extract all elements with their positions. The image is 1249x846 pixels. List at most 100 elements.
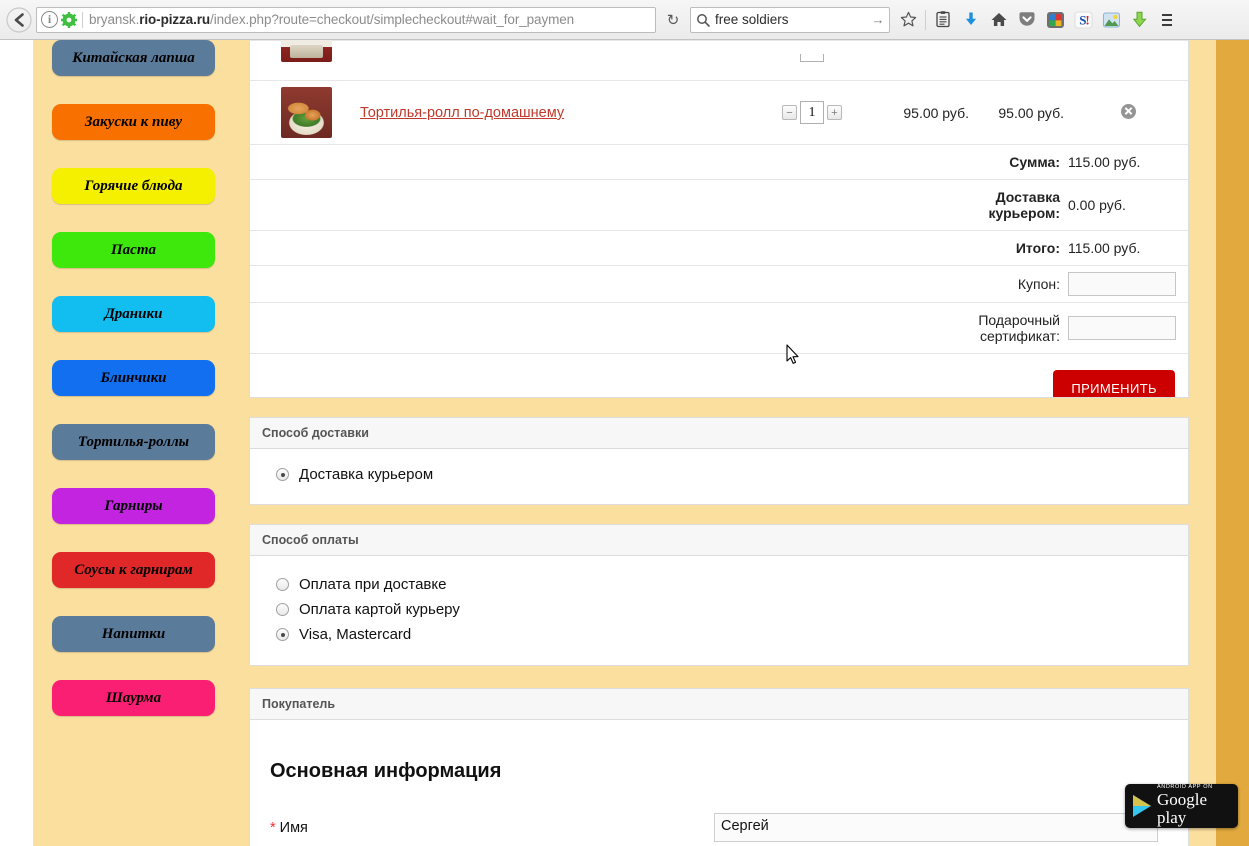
- shipping-option-0[interactable]: Доставка курьером: [250, 462, 1188, 487]
- cart-item-remove-cell: [1068, 80, 1188, 145]
- page-info-icon[interactable]: i: [41, 11, 58, 28]
- browser-toolbar: i bryansk.rio-pizza.ru/index.php?route=c…: [0, 0, 1249, 40]
- radio-icon[interactable]: [276, 603, 289, 616]
- quantity-input[interactable]: 1: [800, 101, 824, 124]
- search-icon: [695, 13, 711, 27]
- search-input[interactable]: free soldiers: [711, 12, 871, 27]
- sidebar-item-9[interactable]: Напитки: [52, 616, 215, 652]
- cart-item-total-cell: [973, 40, 1068, 81]
- reading-list-icon[interactable]: [929, 6, 957, 34]
- quantity-decrease-button[interactable]: −: [782, 105, 797, 120]
- gear-icon[interactable]: [61, 11, 77, 28]
- payment-options: Оплата при доставке Оплата картой курьер…: [250, 556, 1188, 665]
- apply-button[interactable]: ПРИМЕНИТЬ: [1053, 370, 1175, 397]
- url-path: /index.php?route=checkout/simplecheckout…: [210, 12, 575, 27]
- product-link[interactable]: Тортилья-ролл по-домашнему: [360, 105, 564, 121]
- cart-item-unit-price: 95.00 руб.: [877, 80, 973, 145]
- sidebar-item-7[interactable]: Гарниры: [52, 488, 215, 524]
- url-host: rio-pizza.ru: [139, 12, 211, 27]
- shipping-value: 0.00 руб.: [1068, 179, 1188, 231]
- download-helper-icon[interactable]: [1125, 6, 1153, 34]
- product-thumbnail[interactable]: [281, 87, 332, 138]
- sidebar-item-1[interactable]: Закуски к пиву: [52, 104, 215, 140]
- radio-icon[interactable]: [276, 468, 289, 481]
- shipping-options: Доставка курьером: [250, 449, 1188, 504]
- sidebar-item-0[interactable]: Китайская лапша: [52, 40, 215, 76]
- coupon-label: Купон:: [973, 265, 1068, 303]
- remove-item-icon[interactable]: [1120, 103, 1136, 119]
- sidebar-item-10[interactable]: Шаурма: [52, 680, 215, 716]
- home-icon[interactable]: [985, 6, 1013, 34]
- table-row: Сумма: 115.00 руб.: [250, 144, 1188, 180]
- spacer-cell: [250, 144, 973, 180]
- quantity-stepper-partial[interactable]: [800, 53, 824, 62]
- subtotal-label: Сумма:: [973, 144, 1068, 180]
- address-bar[interactable]: i bryansk.rio-pizza.ru/index.php?route=c…: [36, 6, 656, 33]
- google-play-badge[interactable]: ANDROID APP ON Google play: [1125, 784, 1238, 828]
- sidebar-item-label: Напитки: [101, 625, 166, 642]
- google-play-big-text: Google play: [1157, 790, 1208, 827]
- sidebar-item-3[interactable]: Паста: [52, 232, 215, 268]
- downloads-icon[interactable]: [957, 6, 985, 34]
- sidebar-item-6[interactable]: Тортилья-роллы: [52, 424, 215, 460]
- payment-option-2[interactable]: Visa, Mastercard: [250, 622, 1188, 647]
- payment-option-1[interactable]: Оплата картой курьеру: [250, 597, 1188, 622]
- shipping-method-panel: Способ доставки Доставка курьером: [249, 417, 1189, 505]
- table-row: Доставка курьером: 0.00 руб.: [250, 179, 1188, 231]
- s-extension-icon[interactable]: S !: [1069, 6, 1097, 34]
- url-subdomain: bryansk.: [89, 12, 140, 27]
- search-bar[interactable]: free soldiers →: [690, 6, 890, 33]
- sidebar-item-label: Соусы к гарнирам: [74, 561, 193, 578]
- coupon-input[interactable]: [1068, 272, 1176, 296]
- pocket-icon[interactable]: [1013, 6, 1041, 34]
- page-background-edge: [1216, 40, 1249, 846]
- reload-button[interactable]: ↻: [660, 7, 686, 33]
- sidebar-item-label: Блинчики: [100, 369, 167, 386]
- sidebar-item-label: Закуски к пиву: [84, 113, 183, 130]
- image-extension-icon[interactable]: [1097, 6, 1125, 34]
- product-thumbnail[interactable]: [281, 40, 332, 62]
- sidebar-item-2[interactable]: Горячие блюда: [52, 168, 215, 204]
- radio-icon[interactable]: [276, 578, 289, 591]
- quantity-increase-button[interactable]: +: [827, 105, 842, 120]
- payment-option-0[interactable]: Оплата при доставке: [250, 572, 1188, 597]
- radio-icon[interactable]: [276, 628, 289, 641]
- table-row: [250, 40, 1188, 81]
- grandtotal-label: Итого:: [973, 230, 1068, 266]
- certificate-label: Подарочный сертификат:: [973, 302, 1068, 354]
- spacer-cell: [250, 302, 973, 354]
- category-sidebar: Китайская лапша Закуски к пиву Горячие б…: [52, 40, 215, 744]
- sidebar-item-4[interactable]: Драники: [52, 296, 215, 332]
- spacer-cell: [250, 230, 973, 266]
- payment-method-title: Способ оплаты: [250, 525, 1188, 556]
- buyer-body: Основная информация *Имя Сергей *Адрес у…: [250, 720, 1188, 846]
- quantity-stepper: − 1 +: [782, 101, 842, 124]
- certificate-cell: [1068, 302, 1188, 354]
- sidebar-item-label: Шаурма: [105, 689, 162, 706]
- page-margin-left: [0, 40, 33, 846]
- certificate-input[interactable]: [1068, 316, 1176, 340]
- table-row: Итого: 115.00 руб.: [250, 230, 1188, 266]
- spacer-cell: [250, 179, 973, 231]
- name-label: * Имя: [270, 820, 714, 836]
- sidebar-item-label: Горячие блюда: [84, 177, 183, 194]
- addon-puzzle-icon[interactable]: [1041, 6, 1069, 34]
- grandtotal-value: 115.00 руб.: [1068, 230, 1188, 266]
- page-viewport: Китайская лапша Закуски к пиву Горячие б…: [0, 40, 1249, 846]
- sidebar-item-8[interactable]: Соусы к гарнирам: [52, 552, 215, 588]
- payment-option-label: Оплата картой курьеру: [299, 601, 460, 618]
- menu-icon[interactable]: [1153, 6, 1181, 34]
- spacer-cell: [250, 265, 973, 303]
- google-play-text: ANDROID APP ON Google play: [1157, 784, 1238, 827]
- name-label-text: Имя: [279, 819, 308, 836]
- search-submit-icon[interactable]: →: [871, 12, 885, 27]
- sidebar-item-5[interactable]: Блинчики: [52, 360, 215, 396]
- bookmark-star-icon[interactable]: [894, 6, 922, 34]
- shipping-method-title: Способ доставки: [250, 418, 1188, 449]
- payment-option-label: Оплата при доставке: [299, 576, 447, 593]
- sidebar-item-label: Тортилья-роллы: [77, 433, 190, 450]
- name-input[interactable]: Сергей: [714, 813, 1158, 842]
- sidebar-item-label: Гарниры: [104, 497, 163, 514]
- table-row: Подарочный сертификат:: [250, 302, 1188, 354]
- back-button[interactable]: [4, 5, 34, 35]
